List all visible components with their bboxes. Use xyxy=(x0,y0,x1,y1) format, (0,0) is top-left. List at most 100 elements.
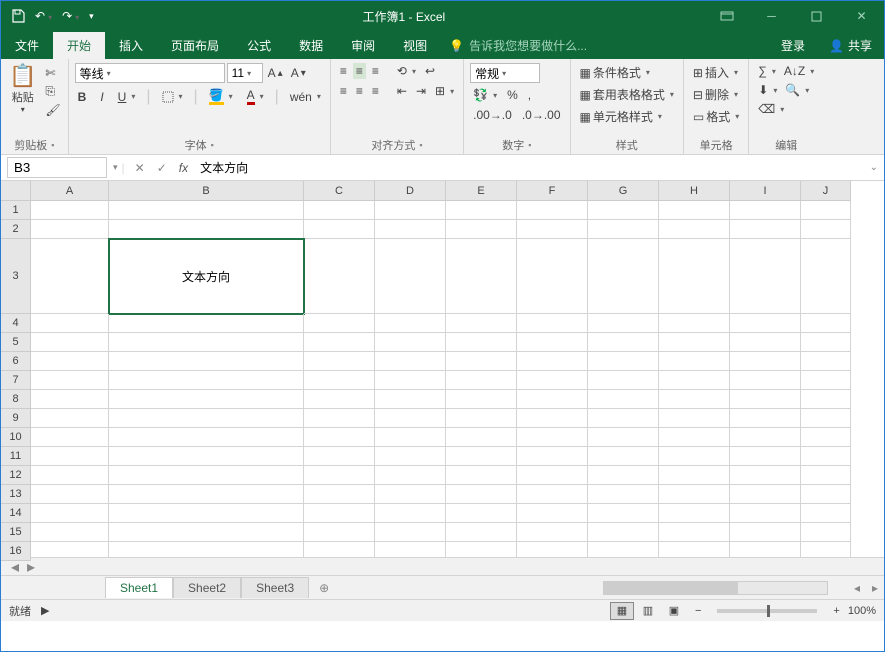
cell-E13[interactable] xyxy=(446,485,517,504)
tab-页面布局[interactable]: 页面布局 xyxy=(157,32,233,59)
row-header-11[interactable]: 11 xyxy=(1,447,31,466)
cell-C2[interactable] xyxy=(304,220,375,239)
wrap-text-button[interactable]: ↩ xyxy=(422,63,438,79)
cell-C15[interactable] xyxy=(304,523,375,542)
cell-H4[interactable] xyxy=(659,314,730,333)
cell-E14[interactable] xyxy=(446,504,517,523)
font-launcher[interactable]: ▪ xyxy=(211,140,214,150)
cell-H16[interactable] xyxy=(659,542,730,557)
cell-F12[interactable] xyxy=(517,466,588,485)
cell-G5[interactable] xyxy=(588,333,659,352)
formula-bar[interactable] xyxy=(194,159,863,177)
row-header-8[interactable]: 8 xyxy=(1,390,31,409)
sheet-tab-Sheet3[interactable]: Sheet3 xyxy=(241,577,309,598)
align-middle-button[interactable]: ≡ xyxy=(353,63,366,79)
cell-H10[interactable] xyxy=(659,428,730,447)
cell-D7[interactable] xyxy=(375,371,446,390)
cell-J2[interactable] xyxy=(801,220,851,239)
name-box[interactable] xyxy=(7,157,107,178)
cell-B2[interactable] xyxy=(109,220,304,239)
cell-E3[interactable] xyxy=(446,239,517,314)
decrease-indent-button[interactable]: ⇤ xyxy=(394,83,410,99)
save-icon[interactable] xyxy=(11,9,25,23)
column-header-E[interactable]: E xyxy=(446,181,517,201)
cell-A12[interactable] xyxy=(31,466,109,485)
cell-G3[interactable] xyxy=(588,239,659,314)
increase-font-button[interactable]: A▴ xyxy=(265,65,286,81)
cell-B6[interactable] xyxy=(109,352,304,371)
cell-C11[interactable] xyxy=(304,447,375,466)
cell-A16[interactable] xyxy=(31,542,109,557)
cell-F1[interactable] xyxy=(517,201,588,220)
cell-J15[interactable] xyxy=(801,523,851,542)
cell-I14[interactable] xyxy=(730,504,801,523)
cell-I2[interactable] xyxy=(730,220,801,239)
zoom-in-button[interactable]: + xyxy=(825,605,847,617)
minimize-icon[interactable]: ─ xyxy=(749,1,794,31)
macro-record-icon[interactable]: ▶ xyxy=(31,604,59,617)
cell-I11[interactable] xyxy=(730,447,801,466)
paste-button[interactable]: 📋 粘贴 ▾ xyxy=(5,61,40,116)
cell-I7[interactable] xyxy=(730,371,801,390)
cell-G4[interactable] xyxy=(588,314,659,333)
cell-E9[interactable] xyxy=(446,409,517,428)
close-icon[interactable]: ✕ xyxy=(839,1,884,31)
cell-C4[interactable] xyxy=(304,314,375,333)
cell-A7[interactable] xyxy=(31,371,109,390)
increase-indent-button[interactable]: ⇥ xyxy=(413,83,429,99)
increase-decimal-button[interactable]: .00→.0 xyxy=(470,107,515,123)
hscroll-right[interactable]: ▸ xyxy=(866,581,884,595)
page-layout-view-button[interactable]: ▥ xyxy=(636,602,660,620)
cell-style-button[interactable]: ▦单元格样式 xyxy=(577,107,665,126)
cell-E8[interactable] xyxy=(446,390,517,409)
column-header-A[interactable]: A xyxy=(31,181,109,201)
cell-F8[interactable] xyxy=(517,390,588,409)
cell-F10[interactable] xyxy=(517,428,588,447)
cell-G15[interactable] xyxy=(588,523,659,542)
cell-I8[interactable] xyxy=(730,390,801,409)
fill-color-button[interactable]: 🪣 xyxy=(206,87,236,106)
cell-G16[interactable] xyxy=(588,542,659,557)
cell-F16[interactable] xyxy=(517,542,588,557)
cell-I5[interactable] xyxy=(730,333,801,352)
cell-H15[interactable] xyxy=(659,523,730,542)
cell-E6[interactable] xyxy=(446,352,517,371)
cell-E7[interactable] xyxy=(446,371,517,390)
cell-F2[interactable] xyxy=(517,220,588,239)
tab-视图[interactable]: 视图 xyxy=(389,32,441,59)
cell-I15[interactable] xyxy=(730,523,801,542)
column-header-G[interactable]: G xyxy=(588,181,659,201)
cell-J3[interactable] xyxy=(801,239,851,314)
cell-G11[interactable] xyxy=(588,447,659,466)
cell-G13[interactable] xyxy=(588,485,659,504)
cell-C3[interactable] xyxy=(304,239,375,314)
cell-B3[interactable]: 文本方向 xyxy=(109,239,304,314)
tab-插入[interactable]: 插入 xyxy=(105,32,157,59)
ribbon-options-icon[interactable] xyxy=(704,1,749,31)
cell-G2[interactable] xyxy=(588,220,659,239)
underline-button[interactable]: U xyxy=(115,89,139,105)
cell-E1[interactable] xyxy=(446,201,517,220)
cell-C12[interactable] xyxy=(304,466,375,485)
cell-J11[interactable] xyxy=(801,447,851,466)
column-header-F[interactable]: F xyxy=(517,181,588,201)
cell-F7[interactable] xyxy=(517,371,588,390)
align-right-button[interactable]: ≡ xyxy=(369,83,382,99)
sheet-nav-prev[interactable]: ◂ xyxy=(11,557,19,577)
insert-cells-button[interactable]: ⊞插入 xyxy=(690,63,741,82)
cell-E10[interactable] xyxy=(446,428,517,447)
cell-C14[interactable] xyxy=(304,504,375,523)
cell-D5[interactable] xyxy=(375,333,446,352)
cell-J12[interactable] xyxy=(801,466,851,485)
find-button[interactable]: 🔍 xyxy=(782,82,812,98)
cell-H14[interactable] xyxy=(659,504,730,523)
row-header-1[interactable]: 1 xyxy=(1,201,31,220)
cell-H1[interactable] xyxy=(659,201,730,220)
cell-J6[interactable] xyxy=(801,352,851,371)
sheet-tab-Sheet1[interactable]: Sheet1 xyxy=(105,577,173,598)
cell-I12[interactable] xyxy=(730,466,801,485)
font-size-select[interactable]: 11 xyxy=(227,63,263,83)
cell-J9[interactable] xyxy=(801,409,851,428)
cell-H7[interactable] xyxy=(659,371,730,390)
cell-A2[interactable] xyxy=(31,220,109,239)
